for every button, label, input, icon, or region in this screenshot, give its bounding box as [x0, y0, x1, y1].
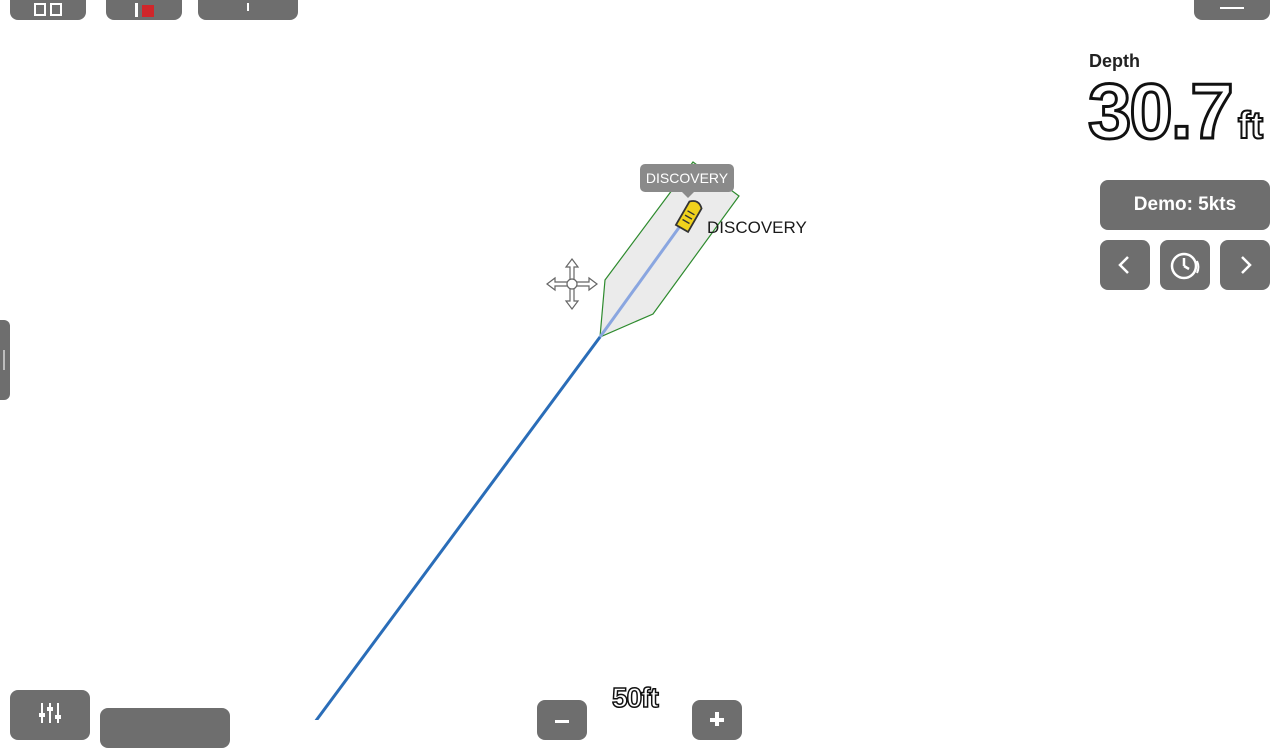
pointer-icon	[247, 3, 249, 11]
next-button[interactable]	[1220, 240, 1270, 290]
chevron-left-icon	[1118, 256, 1129, 274]
depth-unit: ft	[1237, 104, 1264, 148]
radar-icon	[135, 3, 154, 17]
move-cursor-icon	[546, 258, 598, 310]
timer-button[interactable]	[1160, 240, 1210, 290]
vessel-tooltip: DISCOVERY	[640, 164, 734, 198]
sliders-icon	[39, 703, 61, 723]
depth-value: 30.7	[1087, 67, 1236, 155]
timer-icon	[1170, 252, 1200, 280]
track-line	[314, 336, 602, 720]
layout-button[interactable]	[10, 0, 86, 20]
pointer-button[interactable]	[198, 0, 298, 20]
side-panel-handle[interactable]	[0, 320, 10, 400]
minus-icon	[555, 720, 569, 723]
radar-button[interactable]	[106, 0, 182, 20]
hamburger-menu-icon	[1220, 7, 1244, 9]
menu-button[interactable]	[1194, 0, 1270, 20]
scale-label: 50ft	[611, 681, 659, 714]
settings-button[interactable]	[10, 690, 90, 740]
vessel-name-label[interactable]: DISCOVERY	[707, 218, 807, 238]
zoom-out-button[interactable]	[537, 700, 587, 740]
previous-button[interactable]	[1100, 240, 1150, 290]
depth-readout[interactable]: 30.7 ft	[1087, 67, 1265, 155]
bottom-panel-button[interactable]	[100, 708, 230, 748]
layout-grid-icon	[34, 3, 62, 16]
demo-speed-button[interactable]: Demo: 5kts	[1100, 180, 1270, 230]
zoom-in-button[interactable]	[692, 700, 742, 740]
chevron-right-icon	[1241, 256, 1252, 274]
plus-icon	[710, 712, 724, 726]
